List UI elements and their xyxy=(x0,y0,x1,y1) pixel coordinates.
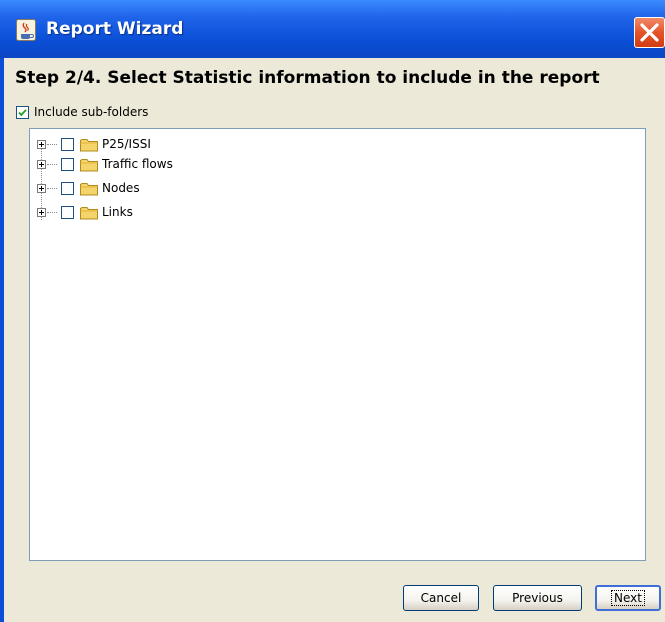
include-subfolders-option[interactable]: Include sub-folders xyxy=(16,104,148,120)
tree-connector xyxy=(47,188,57,190)
tree-node-label: P25/ISSI xyxy=(102,137,151,151)
tree-node-checkbox[interactable] xyxy=(61,206,74,219)
statistics-tree[interactable]: P25/ISSI Traffic flows Nodes Links xyxy=(29,128,646,561)
wizard-content: Step 2/4. Select Statistic information t… xyxy=(4,58,665,622)
step-title: Step 2/4. Select Statistic information t… xyxy=(15,68,600,88)
title-bar[interactable]: Report Wizard xyxy=(0,0,665,58)
folder-icon xyxy=(80,139,98,152)
close-button[interactable] xyxy=(634,17,665,48)
tree-node-p25-issi[interactable]: P25/ISSI xyxy=(30,135,330,155)
previous-button[interactable]: Previous xyxy=(493,585,582,611)
next-button-label: Next xyxy=(611,590,645,606)
window-title: Report Wizard xyxy=(46,19,184,39)
tree-node-checkbox[interactable] xyxy=(61,182,74,195)
include-subfolders-checkbox[interactable] xyxy=(16,105,29,119)
tree-connector xyxy=(47,212,57,214)
expand-icon[interactable] xyxy=(37,140,46,149)
expand-icon[interactable] xyxy=(37,184,46,193)
tree-node-checkbox[interactable] xyxy=(61,158,74,171)
tree-node-label: Nodes xyxy=(102,181,140,195)
folder-icon xyxy=(80,183,98,196)
expand-icon[interactable] xyxy=(37,160,46,169)
java-cup-icon xyxy=(16,19,36,41)
folder-icon xyxy=(80,207,98,220)
include-subfolders-label: Include sub-folders xyxy=(34,105,149,119)
report-wizard-window: Report Wizard Step 2/4. Select Statistic… xyxy=(0,0,665,622)
tree-node-checkbox[interactable] xyxy=(61,138,74,151)
next-button[interactable]: Next xyxy=(595,585,661,611)
cancel-button[interactable]: Cancel xyxy=(403,585,479,611)
expand-icon[interactable] xyxy=(37,208,46,217)
tree-connector xyxy=(47,164,57,166)
tree-node-traffic-flows[interactable]: Traffic flows xyxy=(30,155,330,175)
tree-node-label: Links xyxy=(102,205,133,219)
close-icon xyxy=(640,23,659,42)
checkmark-icon xyxy=(18,108,27,116)
tree-node-links[interactable]: Links xyxy=(30,203,330,223)
tree-connector xyxy=(47,144,57,146)
folder-icon xyxy=(80,159,98,172)
tree-node-label: Traffic flows xyxy=(102,157,173,171)
tree-node-nodes[interactable]: Nodes xyxy=(30,179,330,199)
